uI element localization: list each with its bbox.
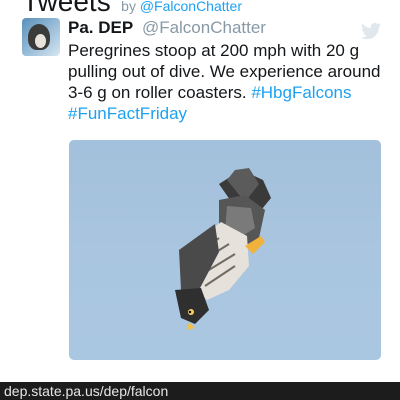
widget-byline: by @FalconChatter bbox=[121, 0, 242, 14]
tweet-author[interactable]: Pa. DEP bbox=[68, 18, 133, 37]
widget-header: Tweets by @FalconChatter bbox=[22, 0, 242, 18]
avatar[interactable] bbox=[22, 18, 60, 56]
tweet-meta: Pa. DEP @FalconChatter bbox=[68, 18, 266, 38]
tweet-text: Peregrines stoop at 200 mph with 20 g pu… bbox=[68, 40, 384, 124]
tweet-handle[interactable]: @FalconChatter bbox=[142, 18, 266, 37]
byline-prefix: by bbox=[121, 0, 136, 14]
byline-handle-link[interactable]: @FalconChatter bbox=[140, 0, 242, 14]
tweet-media-image[interactable] bbox=[69, 140, 381, 360]
hashtag-funfactfriday[interactable]: #FunFactFriday bbox=[68, 104, 187, 123]
hashtag-hbgfalcons[interactable]: #HbgFalcons bbox=[251, 83, 351, 102]
widget-title: Tweets bbox=[22, 0, 111, 17]
avatar-falcon-chest bbox=[35, 34, 46, 48]
falcon-dive-illustration bbox=[175, 168, 271, 330]
footer-url-bar[interactable]: dep.state.pa.us/dep/falcon bbox=[0, 382, 400, 400]
footer-url[interactable]: dep.state.pa.us/dep/falcon bbox=[4, 383, 168, 399]
twitter-bird-icon[interactable] bbox=[360, 20, 382, 42]
